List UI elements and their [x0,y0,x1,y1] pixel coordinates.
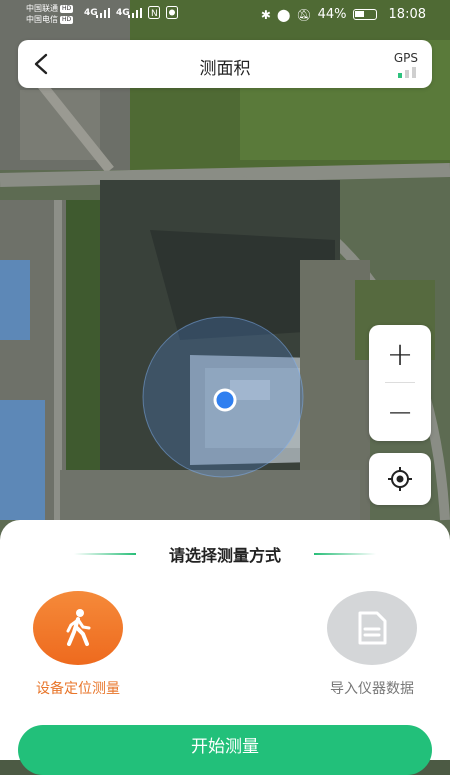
document-icon [358,611,387,645]
signal-bars-icon [96,8,110,18]
gps-label: GPS [393,51,418,65]
option-import-instrument-circle[interactable] [327,591,417,665]
page-title: 测面积 [199,59,251,79]
locate-icon [388,467,412,491]
sheet-header: 请选择测量方式 [0,542,450,566]
option-import-instrument[interactable]: 导入仪器数据 [312,591,432,698]
walking-person-icon [66,609,91,646]
option-label: 导入仪器数据 [330,681,414,697]
gps-bar [398,73,402,78]
location-pin-icon: ⬤ [276,7,291,22]
clock: 18:08 [388,7,426,22]
gps-signal-indicator [398,67,416,78]
zoom-out-button[interactable]: − [369,383,431,440]
sheet-title: 请选择测量方式 [168,546,281,565]
start-measure-button[interactable]: 开始测量 [18,725,432,775]
divider [314,553,376,555]
top-bar: 测面积 GPS [18,40,432,88]
nfc-icon: N [148,6,160,19]
zoom-controls: + − [369,325,431,441]
location-dot [213,388,237,412]
status-right: ✱ ⬤ 🔕︎ 44% 18:08 [261,7,426,22]
app-notification-icon [166,6,178,19]
gps-bar [405,70,409,78]
locate-button[interactable] [369,453,431,505]
option-device-location[interactable]: 设备定位测量 [18,591,138,698]
carrier-2: 中国电信 HD [26,15,74,24]
battery-icon [352,9,377,20]
bluetooth-icon: ✱ [260,7,271,22]
status-bar: 中国联通 HD 中国电信 HD 4G 4G N ✱ ⬤ 🔕︎ 44% 18:08 [0,0,450,32]
option-label: 设备定位测量 [36,681,120,697]
measure-mode-sheet: 请选择测量方式 设备定位测量 导入仪器数据 开始测量 [0,520,450,775]
carrier-1: 中国联通 HD [26,4,74,13]
signal-bars-icon [128,8,142,18]
battery-percent: 44% [317,7,347,22]
option-device-location-circle[interactable] [33,591,123,665]
gps-bar [412,67,416,78]
svg-text:N: N [151,9,158,19]
mute-icon: 🔕︎ [296,7,312,22]
zoom-in-button[interactable]: + [369,325,431,382]
